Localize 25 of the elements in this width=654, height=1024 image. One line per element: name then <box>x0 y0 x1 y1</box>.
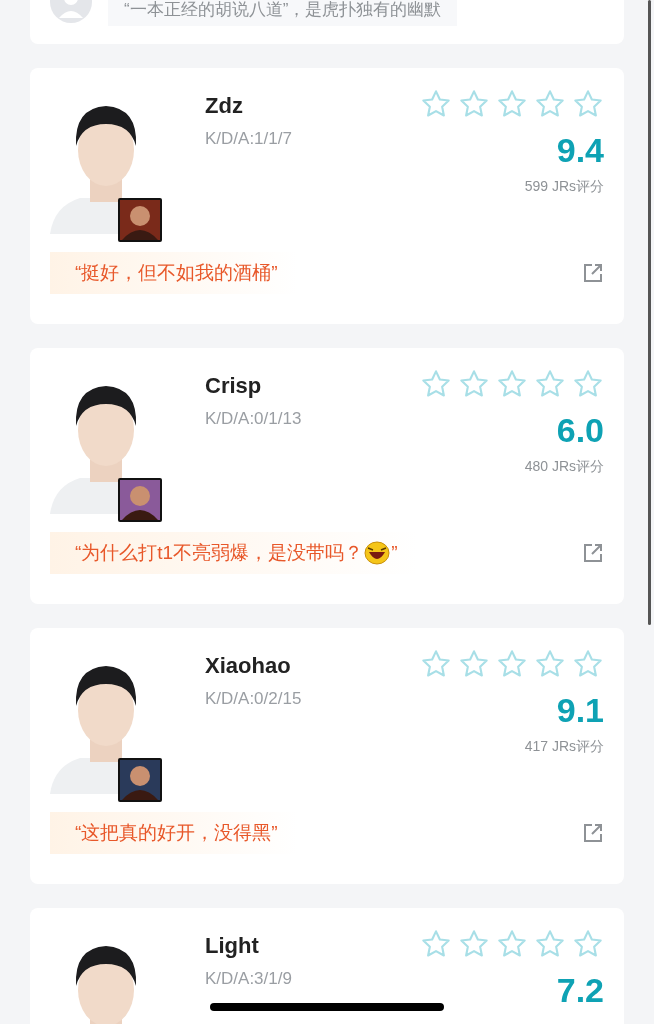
kda-stats: K/D/A:1/1/7 <box>205 128 292 150</box>
rating-count: 599 JRs评分 <box>524 177 604 196</box>
player-name: Xiaohao <box>205 652 292 680</box>
comment-text: “一本正经的胡说八道”，是虎扑独有的幽默 <box>108 0 458 26</box>
home-indicator[interactable] <box>210 1003 444 1011</box>
player-name: Light <box>205 932 260 960</box>
quote-text: “为什么打t1不亮弱爆，是没带吗？ <box>75 540 364 565</box>
player-name: Zdz <box>205 92 244 120</box>
rating-score: 7.2 <box>556 970 604 1010</box>
rating-score: 9.1 <box>556 690 604 730</box>
rating-score: 6.0 <box>556 410 604 450</box>
share-icon[interactable] <box>582 262 604 284</box>
kda-stats: K/D/A:3/1/9 <box>205 968 292 990</box>
kda-stats: K/D/A:0/2/15 <box>205 688 302 710</box>
share-icon[interactable] <box>582 822 604 844</box>
rating-count: 417 JRs评分 <box>524 737 604 756</box>
rating-score: 9.4 <box>556 130 604 170</box>
rating-count: 480 JRs评分 <box>524 457 604 476</box>
laughing-emoji-icon <box>363 540 392 566</box>
quote-mark: ” <box>391 540 398 565</box>
share-icon[interactable] <box>582 542 604 564</box>
quote-text: “挺好，但不如我的酒桶” <box>75 260 278 285</box>
kda-stats: K/D/A:0/1/13 <box>205 408 302 430</box>
quote-text: “这把真的好开，没得黑” <box>75 820 278 845</box>
player-name: Crisp <box>205 372 263 400</box>
